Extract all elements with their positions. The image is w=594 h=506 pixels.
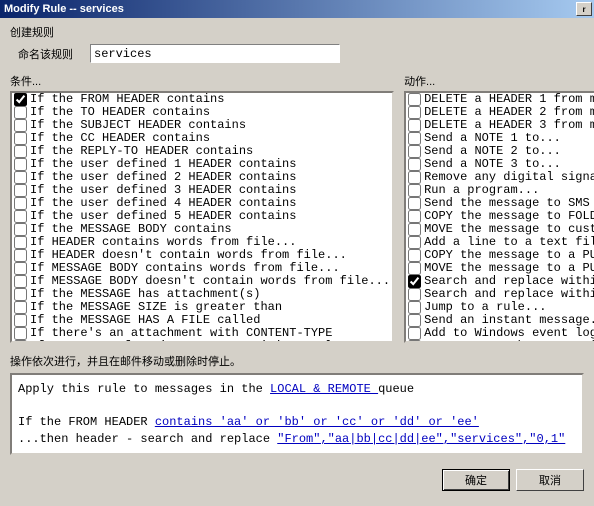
item-checkbox[interactable] (408, 132, 421, 145)
preview-text: If the FROM HEADER (18, 415, 155, 429)
item-checkbox[interactable] (408, 223, 421, 236)
rule-preview: Apply this rule to messages in the LOCAL… (10, 373, 584, 455)
queue-link[interactable]: LOCAL & REMOTE (270, 382, 378, 396)
item-checkbox[interactable] (408, 119, 421, 132)
item-checkbox[interactable] (14, 197, 27, 210)
close-button[interactable]: r (576, 2, 592, 16)
item-checkbox[interactable] (408, 327, 421, 340)
item-checkbox[interactable] (14, 171, 27, 184)
conditions-label: 条件... (10, 73, 394, 89)
item-checkbox[interactable] (14, 314, 27, 327)
item-checkbox[interactable] (14, 223, 27, 236)
item-checkbox[interactable] (14, 249, 27, 262)
item-checkbox[interactable] (14, 288, 27, 301)
item-checkbox[interactable] (408, 262, 421, 275)
preview-text: Apply this rule to messages in the (18, 382, 270, 396)
action-link[interactable]: "From","aa|bb|cc|dd|ee","services","0,1" (277, 432, 565, 446)
item-checkbox[interactable] (408, 171, 421, 184)
item-checkbox[interactable] (408, 210, 421, 223)
item-checkbox[interactable] (14, 132, 27, 145)
item-checkbox[interactable] (408, 340, 421, 343)
item-checkbox[interactable] (408, 288, 421, 301)
conditions-listbox[interactable]: If the FROM HEADER containsIf the TO HEA… (10, 91, 394, 343)
item-checkbox[interactable] (14, 210, 27, 223)
item-checkbox[interactable] (408, 197, 421, 210)
list-item[interactable]: If EXIT CODE from 'Run a program' is equ… (12, 340, 392, 343)
item-checkbox[interactable] (408, 106, 421, 119)
preview-text: queue (378, 382, 414, 396)
actions-listbox[interactable]: DELETE a HEADER 1 from messageDELETE a H… (404, 91, 594, 343)
item-checkbox[interactable] (408, 249, 421, 262)
item-checkbox[interactable] (408, 275, 421, 288)
cancel-button[interactable]: 取消 (516, 469, 584, 491)
item-checkbox[interactable] (408, 314, 421, 327)
item-checkbox[interactable] (408, 158, 421, 171)
title-bar: Modify Rule -- services r (0, 0, 594, 18)
item-checkbox[interactable] (14, 262, 27, 275)
item-label: Extract attachments to folder... (424, 340, 594, 343)
window-title: Modify Rule -- services (4, 3, 576, 15)
item-checkbox[interactable] (14, 106, 27, 119)
item-checkbox[interactable] (14, 184, 27, 197)
rule-name-label: 命名该规则 (18, 46, 90, 62)
ok-button[interactable]: 确定 (442, 469, 510, 491)
item-checkbox[interactable] (14, 327, 27, 340)
item-label: If EXIT CODE from 'Run a program' is equ… (30, 340, 332, 343)
item-checkbox[interactable] (14, 236, 27, 249)
item-checkbox[interactable] (408, 93, 421, 106)
item-checkbox[interactable] (408, 145, 421, 158)
item-checkbox[interactable] (14, 301, 27, 314)
item-checkbox[interactable] (408, 301, 421, 314)
item-checkbox[interactable] (14, 275, 27, 288)
item-checkbox[interactable] (14, 145, 27, 158)
preview-label: 操作依次进行，并且在邮件移动或删除时停止。 (10, 353, 584, 369)
item-checkbox[interactable] (408, 184, 421, 197)
preview-text: ...then header - search and replace (18, 432, 277, 446)
item-checkbox[interactable] (14, 119, 27, 132)
item-checkbox[interactable] (14, 93, 27, 106)
rule-name-input[interactable] (90, 44, 340, 63)
create-rule-label: 创建规则 (10, 24, 584, 40)
condition-link[interactable]: contains 'aa' or 'bb' or 'cc' or 'dd' or… (155, 415, 479, 429)
item-checkbox[interactable] (408, 236, 421, 249)
list-item[interactable]: Extract attachments to folder... (406, 340, 594, 343)
item-checkbox[interactable] (14, 158, 27, 171)
actions-label: 动作... (404, 73, 594, 89)
item-checkbox[interactable] (14, 340, 27, 343)
